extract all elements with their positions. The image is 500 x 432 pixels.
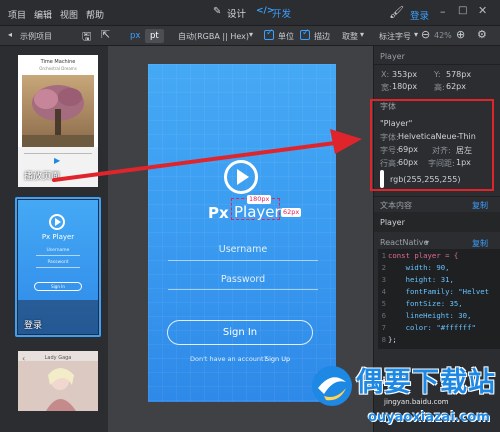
annotation-highlight-box bbox=[370, 99, 494, 191]
w-value: 180px bbox=[392, 82, 418, 91]
chevron-down-icon: ▾ bbox=[249, 30, 254, 39]
phone-artboard[interactable] bbox=[148, 64, 336, 402]
y-value: 578px bbox=[446, 70, 472, 79]
back-arrow-icon[interactable]: ◂ bbox=[8, 30, 12, 39]
annotate-font-select[interactable]: 标注字号 bbox=[379, 31, 411, 42]
design-icon: ✎ bbox=[213, 6, 222, 17]
password-field[interactable]: Password bbox=[168, 274, 318, 285]
watermark: Bai 偶要下载站 jingyan.baidu.com ouyaoxiazai.… bbox=[310, 358, 500, 432]
close-icon[interactable]: ✕ bbox=[478, 4, 487, 17]
stroke-check-label: 描边 bbox=[314, 32, 330, 41]
content-section-title: 文本内容 bbox=[380, 201, 412, 210]
unit-check-label: 单位 bbox=[278, 32, 294, 41]
thumb-label-player: 播放页面 bbox=[24, 172, 61, 182]
code-line: const player = { bbox=[388, 251, 459, 260]
thumb-song-subtitle: Orchestral Dreams bbox=[39, 66, 77, 71]
album-art-image bbox=[22, 75, 94, 147]
copy-content-button[interactable]: 复制 bbox=[472, 200, 488, 211]
page-thumb-player[interactable]: Time Machine Orchestral Dreams ▶ 播放页面 bbox=[18, 55, 98, 187]
logo-player-text[interactable]: Player bbox=[234, 203, 281, 221]
unit-pt-button[interactable]: pt bbox=[145, 29, 164, 43]
settings-icon[interactable]: ⚙ bbox=[477, 28, 487, 41]
thumb-username: Username bbox=[46, 248, 70, 253]
password-underline bbox=[168, 289, 318, 290]
w-label: 宽: bbox=[381, 83, 392, 92]
menu-project[interactable]: 项目 bbox=[8, 8, 26, 21]
menu-edit[interactable]: 编辑 bbox=[34, 8, 52, 21]
round-select[interactable]: 取整 bbox=[342, 31, 358, 42]
menu-bar: 项目 编辑 视图 帮助 ✎ 设计 </> 开发 🖌 登录 – □ ✕ bbox=[0, 0, 500, 28]
y-label: Y: bbox=[434, 70, 441, 79]
watermark-baidu-url: jingyan.baidu.com bbox=[384, 398, 449, 406]
username-underline bbox=[168, 260, 318, 261]
layer-name: Player bbox=[380, 52, 405, 61]
code-line: height: 31, bbox=[388, 275, 454, 284]
unit-checkbox[interactable] bbox=[264, 28, 274, 40]
thumb-label-login: 登录 bbox=[24, 321, 43, 331]
code-line: width: 90, bbox=[388, 263, 450, 272]
toolbar: ◂ 示例项目 🖫 ⇱ px pt 自动(RGBA || Hex) ▾ 单位 描边… bbox=[0, 26, 500, 46]
code-line: color: "#ffffff" bbox=[388, 323, 476, 332]
copy-code-button[interactable]: 复制 bbox=[472, 238, 488, 249]
login-button[interactable]: 登录 bbox=[410, 8, 429, 22]
signup-link[interactable]: Sign Up bbox=[265, 355, 290, 363]
code-platform-select[interactable]: ReactNative bbox=[380, 238, 428, 247]
code-line: lineHeight: 30, bbox=[388, 311, 472, 320]
watermark-logo-icon bbox=[312, 366, 352, 406]
thumb-password: Password bbox=[47, 260, 69, 265]
zoom-out-icon[interactable]: ⊖ bbox=[421, 28, 430, 41]
code-line: fontFamily: "Helvet bbox=[388, 287, 490, 296]
code-line: fontSize: 35, bbox=[388, 299, 463, 308]
thumb-signin-button: Sign In bbox=[34, 282, 82, 291]
logo-play-icon bbox=[237, 169, 249, 185]
save-icon[interactable]: 🖫 bbox=[82, 28, 91, 47]
content-value: Player bbox=[380, 218, 405, 227]
platform-chevron-icon: ▾ bbox=[425, 238, 430, 247]
color-format-select[interactable]: 自动(RGBA || Hex) bbox=[178, 31, 249, 42]
width-measure-badge: 180px bbox=[247, 195, 272, 204]
menu-help[interactable]: 帮助 bbox=[86, 8, 104, 21]
annotate-chevron-icon: ▾ bbox=[414, 30, 419, 39]
thumb-play-icon: ▶ bbox=[54, 156, 61, 165]
tab-dev[interactable]: 开发 bbox=[257, 6, 292, 28]
export-icon[interactable]: ⇱ bbox=[101, 28, 110, 41]
h-label: 高: bbox=[434, 83, 445, 92]
thumb-song-title: Time Machine bbox=[40, 59, 76, 65]
logo-px-text: Px bbox=[208, 204, 229, 222]
brush-icon[interactable]: 🖌 bbox=[389, 5, 404, 19]
zoom-level: 42% bbox=[434, 31, 452, 40]
minimize-icon[interactable]: – bbox=[440, 5, 446, 18]
menu-view[interactable]: 视图 bbox=[60, 8, 78, 21]
artist-photo-image bbox=[18, 361, 98, 411]
zoom-in-icon[interactable]: ⊕ bbox=[456, 28, 465, 41]
project-name[interactable]: 示例项目 bbox=[20, 31, 52, 42]
signin-button[interactable]: Sign In bbox=[167, 320, 313, 345]
watermark-url: ouyaoxiazai.com bbox=[368, 410, 490, 425]
round-chevron-icon: ▾ bbox=[360, 30, 365, 39]
code-line: }; bbox=[388, 335, 397, 344]
page-thumb-artist[interactable]: Lady Gaga bbox=[18, 351, 98, 411]
height-measure-badge: 62px bbox=[281, 208, 302, 217]
code-block: 1 const player = { 2 width: 90, 3 height… bbox=[378, 249, 500, 349]
tab-design[interactable]: 设计 bbox=[227, 6, 246, 20]
stroke-checkbox[interactable] bbox=[300, 28, 310, 40]
h-value: 62px bbox=[446, 82, 466, 91]
x-label: X: bbox=[381, 70, 390, 79]
no-account-text: Don't have an account? bbox=[190, 355, 268, 363]
unit-px-button[interactable]: px bbox=[125, 29, 145, 43]
page-thumb-login[interactable]: Px Player Username Password Sign In 登录 bbox=[18, 200, 98, 334]
x-value: 353px bbox=[392, 70, 418, 79]
thumb-progress-bar bbox=[24, 153, 92, 154]
thumb-logo-text: Px Player bbox=[41, 233, 75, 241]
username-field[interactable]: Username bbox=[168, 244, 318, 255]
thumb-back-icon: ‹ bbox=[22, 354, 26, 363]
maximize-icon[interactable]: □ bbox=[458, 5, 467, 16]
thumb-logo-play-icon bbox=[55, 218, 61, 226]
watermark-title: 偶要下载站 bbox=[356, 367, 496, 398]
